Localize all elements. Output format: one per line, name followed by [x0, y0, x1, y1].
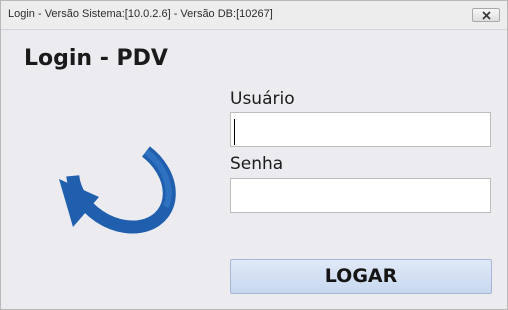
page-title: Login - PDV — [24, 46, 168, 71]
login-panel: Login - PDV Usuário Senha LOGAR — [1, 30, 507, 309]
title-bar: Login - Versão Sistema:[10.0.2.6] - Vers… — [1, 1, 507, 30]
login-button[interactable]: LOGAR — [230, 259, 492, 294]
text-caret — [234, 119, 235, 145]
username-input[interactable] — [230, 112, 491, 147]
username-label: Usuário — [230, 89, 295, 109]
close-icon — [482, 11, 491, 20]
close-button[interactable] — [472, 8, 500, 22]
refresh-arrow-icon — [59, 146, 176, 234]
password-label: Senha — [230, 154, 284, 174]
window-title: Login - Versão Sistema:[10.0.2.6] - Vers… — [8, 8, 273, 20]
login-window: Login - Versão Sistema:[10.0.2.6] - Vers… — [0, 0, 508, 310]
password-input[interactable] — [230, 178, 491, 213]
